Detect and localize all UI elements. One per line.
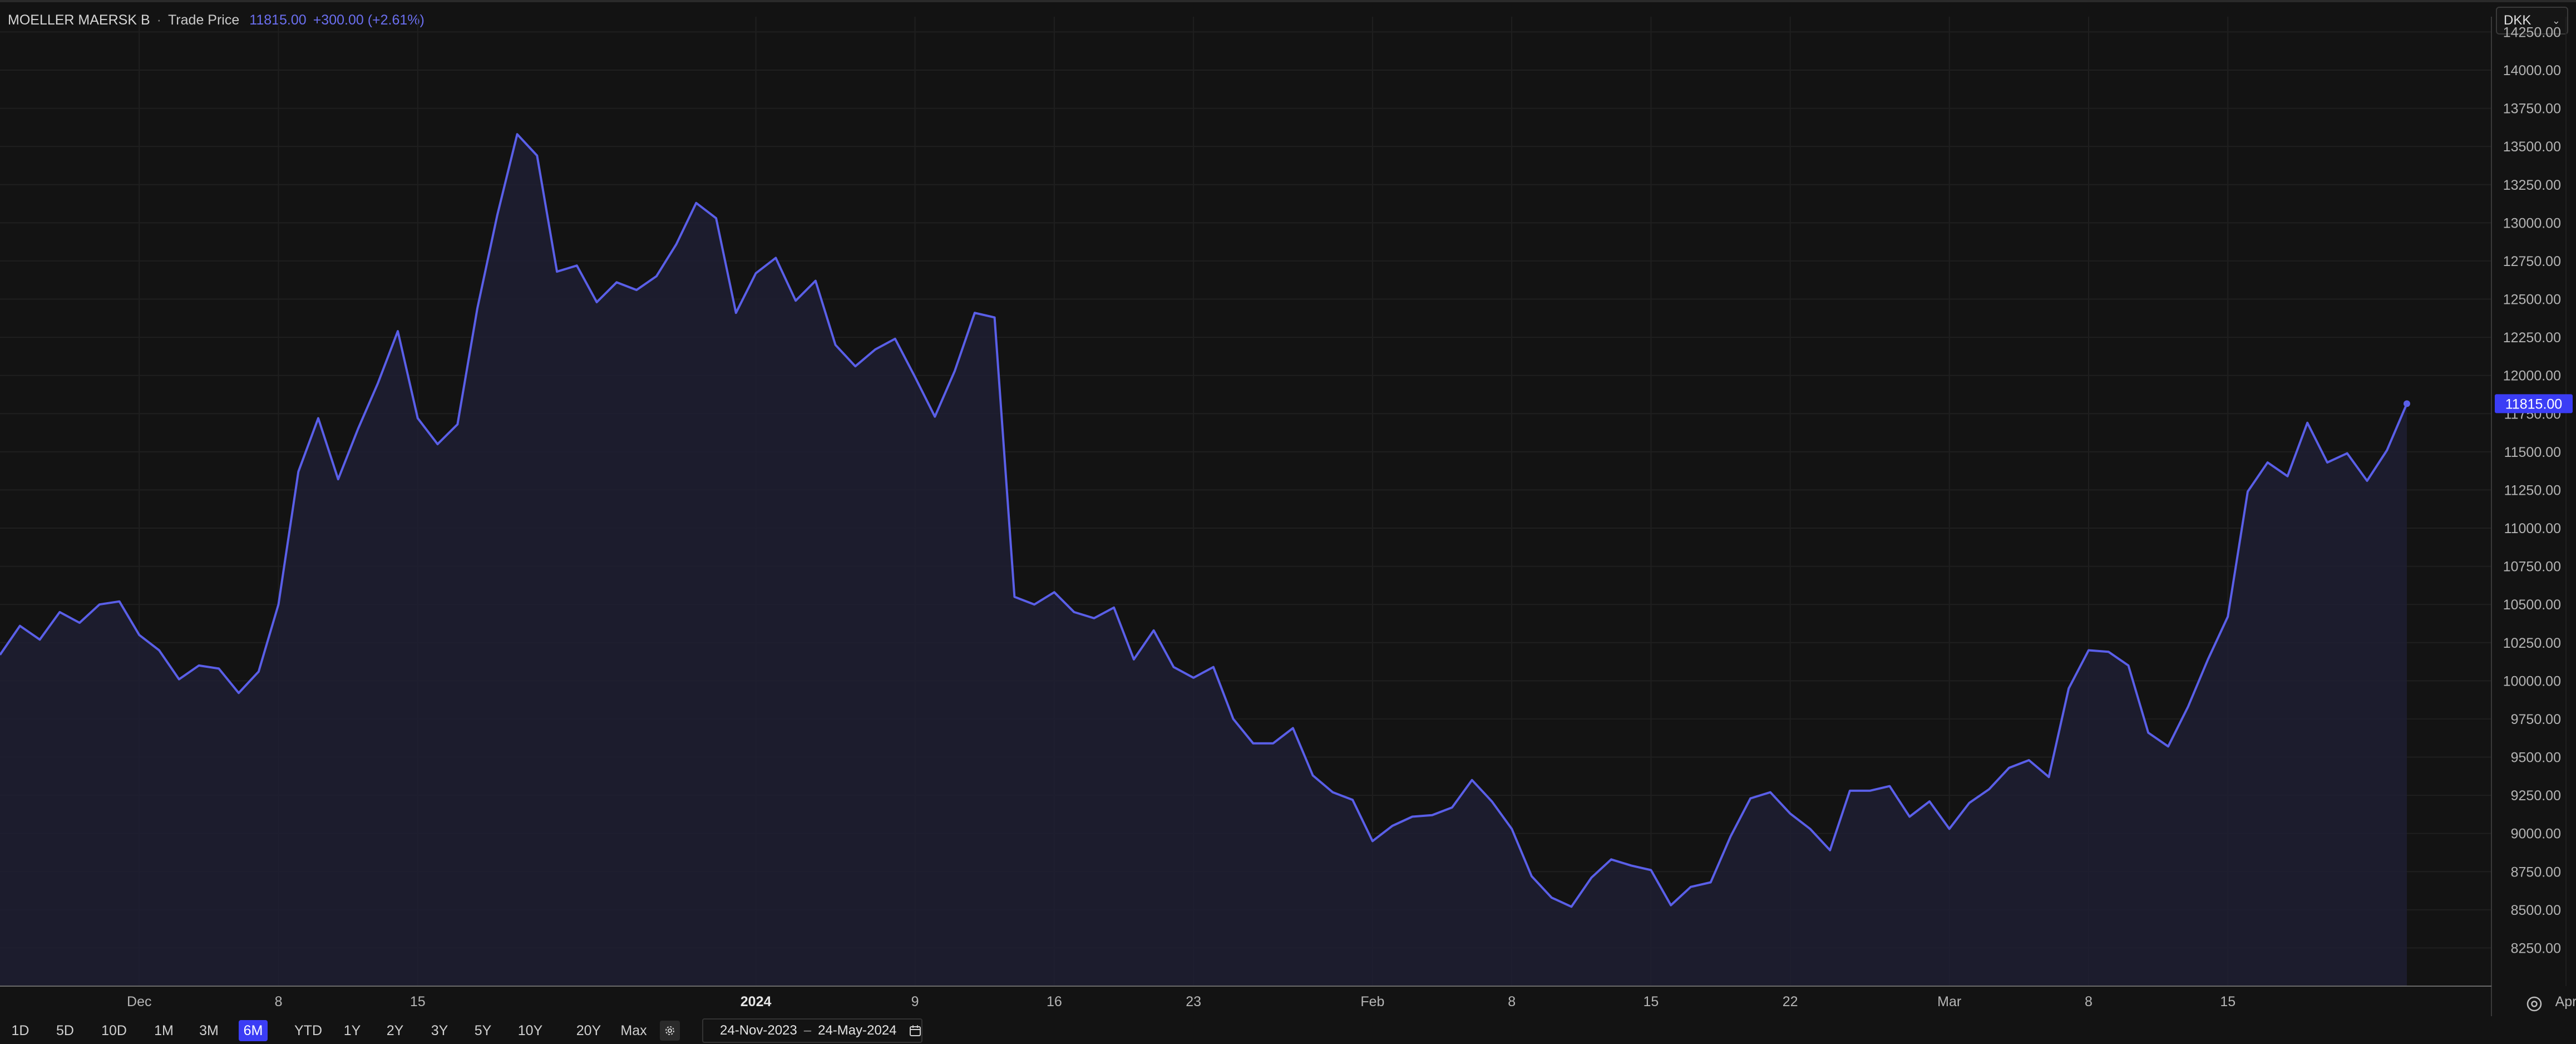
range-button-10d[interactable]: 10D [98,1020,130,1041]
y-tick-label: 13250.00 [2503,178,2561,193]
range-button-1m[interactable]: 1M [147,1020,180,1041]
x-tick-label: 15 [2220,994,2236,1009]
y-tick-label: 12500.00 [2503,292,2561,308]
date-range-start: 24-Nov-2023 [720,1023,797,1038]
x-tick-label: 23 [1186,994,1201,1009]
range-button-2y[interactable]: 2Y [381,1020,409,1041]
range-button-1y[interactable]: 1Y [339,1020,366,1041]
x-tick-label: 15 [1644,994,1659,1009]
range-button-20y[interactable]: 20Y [570,1020,607,1041]
x-axis: Dec815202491623Feb81522Mar815Apr91623May… [127,994,2576,1009]
settings-circle-icon [2526,996,2542,1012]
current-price-marker: 11815.00 [2404,394,2573,413]
y-tick-label: 12750.00 [2503,254,2561,269]
y-tick-label: 11500.00 [2504,445,2561,460]
x-tick-label: 2024 [741,994,772,1009]
x-tick-label: Dec [127,994,151,1009]
range-button-3m[interactable]: 3M [193,1020,225,1041]
range-button-6m[interactable]: 6M [239,1020,268,1041]
range-button-10y[interactable]: 10Y [512,1020,549,1041]
y-tick-label: 14250.00 [2503,24,2561,40]
x-tick-label: 8 [1508,994,1516,1009]
y-axis: 8250.00 8500.00 8750.00 9000.00 9250.00 9500.… [2503,24,2561,956]
y-tick-label: 13000.00 [2503,215,2561,231]
price-area-fill [0,134,2407,987]
y-tick-label: 12000.00 [2503,368,2561,384]
gear-icon [665,1026,674,1035]
range-button-3y[interactable]: 3Y [425,1020,454,1041]
date-range-picker[interactable]: 24-Nov-2023 – 24-May-2024 [702,1018,922,1043]
y-tick-label: 11250.00 [2504,482,2561,498]
range-button-5d[interactable]: 5D [48,1020,82,1041]
y-tick-label: 8500.00 [2511,903,2561,918]
chart-settings-button[interactable] [660,1021,680,1041]
y-tick-label: 12250.00 [2503,330,2561,346]
y-tick-label: 10250.00 [2503,636,2561,651]
range-button-5y[interactable]: 5Y [468,1020,497,1041]
x-tick-label: 22 [1783,994,1798,1009]
range-button-max[interactable]: Max [615,1020,653,1041]
date-range-end: 24-May-2024 [818,1023,897,1038]
last-point-dot [2404,400,2410,407]
y-tick-label: 11000.00 [2504,521,2561,536]
x-tick-label: 8 [275,994,283,1009]
y-tick-label: 9500.00 [2511,750,2561,766]
y-tick-label: 14000.00 [2503,63,2561,78]
y-tick-label: 9750.00 [2511,712,2561,727]
y-tick-label: 8250.00 [2511,940,2561,956]
y-tick-label: 10750.00 [2503,559,2561,575]
y-tick-label: 13750.00 [2503,101,2561,117]
range-button-1d[interactable]: 1D [4,1020,36,1041]
x-tick-label: 15 [410,994,426,1009]
x-tick-label: Mar [1937,994,1961,1009]
range-button-ytd[interactable]: YTD [284,1020,333,1041]
y-tick-label: 9250.00 [2511,788,2561,804]
x-tick-label: Apr [2555,994,2576,1009]
calendar-icon [909,1025,921,1036]
y-tick-label: 9000.00 [2511,826,2561,842]
y-tick-label: 10500.00 [2503,597,2561,613]
price-chart[interactable]: 8250.00 8500.00 8750.00 9000.00 9250.00 9500.… [0,0,2576,1044]
x-tick-label: 8 [2085,994,2093,1009]
axis-settings-button[interactable] [2525,994,2544,1013]
price-tag-label: 11815.00 [2505,396,2562,412]
x-tick-label: 9 [911,994,919,1009]
x-tick-label: Feb [1360,994,1384,1009]
y-tick-label: 13500.00 [2503,139,2561,155]
date-range-separator: – [803,1023,812,1038]
x-tick-label: 16 [1047,994,1062,1009]
y-tick-label: 8750.00 [2511,864,2561,880]
y-tick-label: 10000.00 [2503,673,2561,689]
